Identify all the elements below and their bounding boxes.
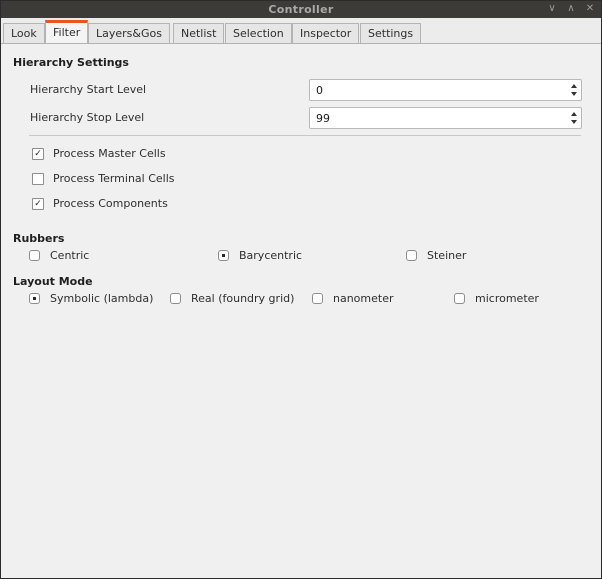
process-components-label[interactable]: Process Components [53, 197, 168, 210]
layout-mode-symbolic-radio[interactable] [29, 293, 40, 304]
layout-mode-heading: Layout Mode [13, 275, 93, 288]
layout-mode-nanometer-radio[interactable] [312, 293, 323, 304]
rubbers-centric-label[interactable]: Centric [50, 249, 89, 262]
filter-panel: Hierarchy Settings Hierarchy Start Level… [1, 44, 601, 578]
spin-arrows-icon[interactable] [570, 109, 579, 127]
hierarchy-settings-heading: Hierarchy Settings [13, 56, 129, 69]
rubbers-barycentric-label[interactable]: Barycentric [239, 249, 302, 262]
controller-window: Controller ∨ ∧ ✕ Look Filter Layers&Gos … [0, 0, 602, 579]
title-bar[interactable]: Controller ∨ ∧ ✕ [1, 1, 601, 18]
process-terminal-cells-label[interactable]: Process Terminal Cells [53, 172, 175, 185]
spin-down-icon[interactable] [571, 120, 577, 124]
hierarchy-start-level-value[interactable]: 0 [316, 84, 323, 97]
rubbers-barycentric-radio[interactable] [218, 250, 229, 261]
section-divider [29, 135, 581, 136]
spin-arrows-icon[interactable] [570, 81, 579, 99]
chevron-down-icon[interactable]: ∨ [545, 2, 559, 16]
tab-inspector[interactable]: Inspector [292, 23, 360, 44]
tab-settings[interactable]: Settings [360, 23, 422, 44]
tab-netlist[interactable]: Netlist [173, 23, 225, 44]
tab-look[interactable]: Look [3, 23, 45, 44]
tab-bar: Look Filter Layers&Gos Netlist Selection… [1, 18, 601, 44]
spin-down-icon[interactable] [571, 92, 577, 96]
tab-selection[interactable]: Selection [225, 23, 292, 44]
chevron-up-icon[interactable]: ∧ [564, 2, 578, 16]
layout-mode-nanometer-label[interactable]: nanometer [333, 292, 394, 305]
spin-up-icon[interactable] [571, 112, 577, 116]
spin-up-icon[interactable] [571, 84, 577, 88]
process-master-cells-label[interactable]: Process Master Cells [53, 147, 166, 160]
layout-mode-real-label[interactable]: Real (foundry grid) [191, 292, 294, 305]
hierarchy-stop-level-spinbox[interactable]: 99 [309, 107, 582, 129]
window-title: Controller [268, 3, 334, 16]
rubbers-centric-radio[interactable] [29, 250, 40, 261]
hierarchy-start-level-spinbox[interactable]: 0 [309, 79, 582, 101]
layout-mode-symbolic-label[interactable]: Symbolic (lambda) [50, 292, 153, 305]
hierarchy-stop-level-label: Hierarchy Stop Level [30, 111, 145, 124]
hierarchy-stop-level-value[interactable]: 99 [316, 112, 330, 125]
rubbers-steiner-label[interactable]: Steiner [427, 249, 466, 262]
close-icon[interactable]: ✕ [583, 2, 597, 16]
rubbers-heading: Rubbers [13, 232, 65, 245]
layout-mode-micrometer-label[interactable]: micrometer [475, 292, 539, 305]
tab-filter[interactable]: Filter [45, 20, 89, 44]
rubbers-steiner-radio[interactable] [406, 250, 417, 261]
process-terminal-cells-checkbox[interactable] [32, 173, 44, 185]
hierarchy-start-level-label: Hierarchy Start Level [30, 83, 147, 96]
layout-mode-micrometer-radio[interactable] [454, 293, 465, 304]
layout-mode-real-radio[interactable] [170, 293, 181, 304]
tab-layers-gos[interactable]: Layers&Gos [88, 23, 170, 44]
process-master-cells-checkbox[interactable]: ✓ [32, 148, 44, 160]
process-components-checkbox[interactable]: ✓ [32, 198, 44, 210]
